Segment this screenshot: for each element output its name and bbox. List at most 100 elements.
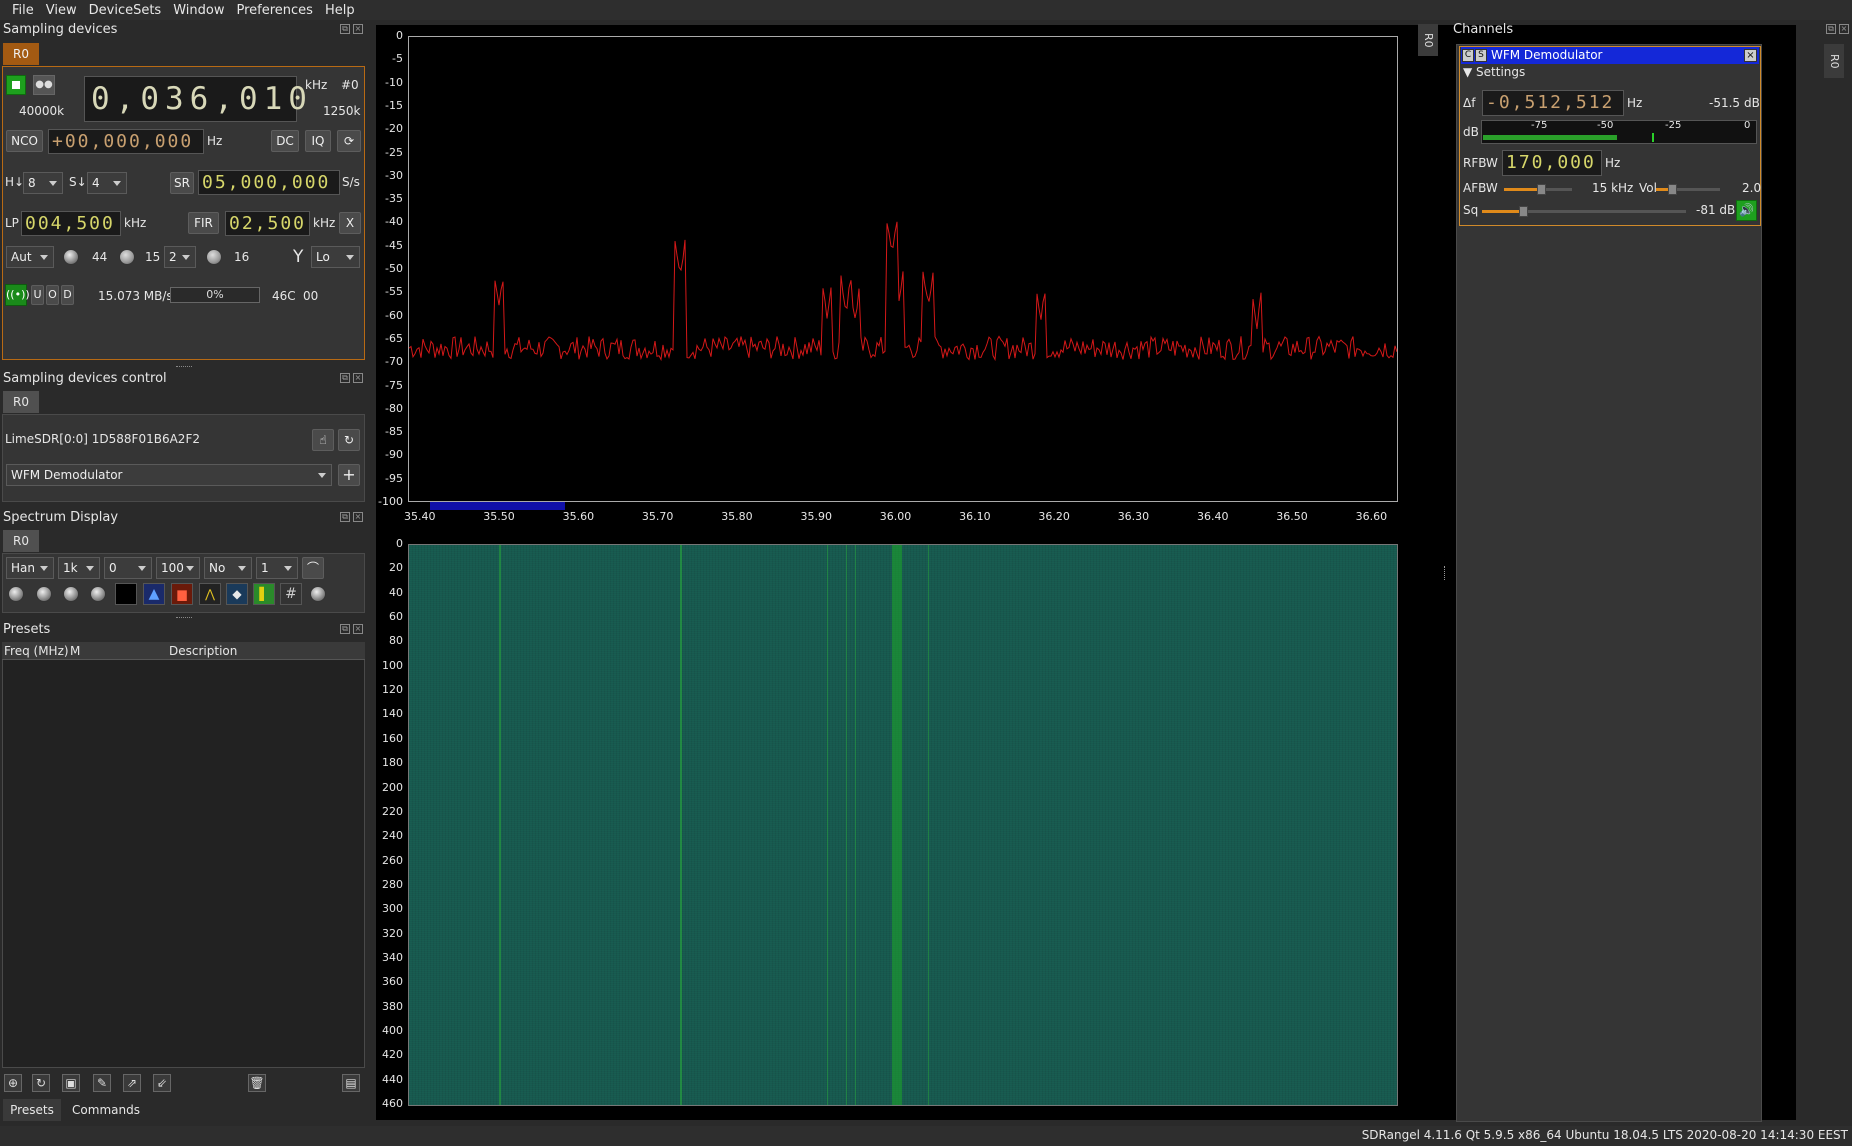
channel-marker[interactable] <box>430 502 565 510</box>
waterfall-plot-area[interactable] <box>408 544 1398 1106</box>
audio-mute-button[interactable]: 🔊 <box>1736 200 1757 221</box>
export-preset-button[interactable]: ⇗ <box>123 1074 141 1092</box>
menu-help[interactable]: Help <box>319 3 361 18</box>
edit-preset-button[interactable]: ✎ <box>93 1074 111 1092</box>
col-freq[interactable]: Freq (MHz) <box>4 644 69 658</box>
col-mode[interactable]: M <box>70 644 80 658</box>
menu-file[interactable]: File <box>6 3 40 18</box>
averaging-mode-select[interactable]: No <box>204 557 252 579</box>
side-tab-right-r0[interactable]: R0 <box>1824 44 1844 78</box>
gain-trace-knob[interactable] <box>90 586 106 602</box>
splitter-handle[interactable] <box>176 366 192 368</box>
pga-knob[interactable] <box>206 249 222 265</box>
range-select[interactable]: 100 <box>156 557 200 579</box>
close-icon[interactable]: × <box>353 24 363 34</box>
reload-presets-button[interactable]: ↻ <box>32 1074 50 1092</box>
start-stop-button[interactable] <box>6 75 26 95</box>
histogram-icon[interactable]: ▆ <box>171 583 193 605</box>
settings-toggle[interactable]: ▼ Settings <box>1463 65 1525 79</box>
import-preset-button[interactable]: ⇙ <box>153 1074 171 1092</box>
sample-rate-mode-button[interactable]: SR <box>170 172 194 194</box>
menu-preferences[interactable]: Preferences <box>230 3 318 18</box>
presets-list[interactable] <box>2 642 365 1068</box>
splitter-handle[interactable] <box>1444 566 1446 580</box>
menu-devicesets[interactable]: DeviceSets <box>83 3 168 18</box>
fir-bandwidth-dial[interactable]: 02,500 <box>225 211 310 236</box>
menu-view[interactable]: View <box>40 3 83 18</box>
linear-scale-button[interactable]: ⌒ <box>302 557 324 579</box>
decay-divisor-knob[interactable] <box>36 586 52 602</box>
iq-correction-button[interactable]: IQ <box>305 130 331 152</box>
lna-knob[interactable] <box>119 249 135 265</box>
tab-sampling-control-r0[interactable]: R0 <box>3 391 39 413</box>
menu-window[interactable]: Window <box>167 3 230 18</box>
background-color-icon[interactable] <box>115 583 137 605</box>
afbw-slider-handle[interactable] <box>1537 184 1547 195</box>
float-icon[interactable]: ⧉ <box>340 24 350 34</box>
tab-spectrum-r0[interactable]: R0 <box>3 530 39 552</box>
volume-slider[interactable] <box>1656 184 1720 195</box>
save-preset-button[interactable]: ▣ <box>62 1074 80 1092</box>
tab-sampling-device-r0[interactable]: R0 <box>3 43 39 65</box>
tab-commands[interactable]: Commands <box>64 1099 148 1121</box>
center-frequency-dial[interactable]: 0,036,010 <box>84 76 307 122</box>
select-device-button[interactable]: ☝ <box>312 429 334 451</box>
close-icon[interactable]: × <box>353 512 363 522</box>
grid-intensity-knob[interactable] <box>310 586 326 602</box>
lowpass-dial[interactable]: 004,500 <box>21 211 121 236</box>
grid-icon[interactable]: # <box>280 583 302 605</box>
channel-select[interactable]: WFM Demodulator <box>6 464 332 486</box>
delta-f-dial[interactable]: -0,512,512 <box>1482 90 1624 116</box>
close-icon[interactable]: × <box>1839 24 1849 34</box>
fft-window-select[interactable]: Han <box>6 557 54 579</box>
current-trace-icon[interactable]: ◆ <box>226 583 248 605</box>
waterfall-icon[interactable]: ▲ <box>143 583 165 605</box>
channel-settings-icon[interactable]: S <box>1475 49 1487 62</box>
ext-clock-button[interactable]: X <box>339 212 361 234</box>
splitter-handle[interactable] <box>176 617 192 619</box>
dc-correction-button[interactable]: DC <box>271 130 299 152</box>
close-icon[interactable]: × <box>353 373 363 383</box>
channel-color-icon[interactable]: C <box>1462 49 1474 62</box>
gain-mode-select[interactable]: Aut <box>6 246 54 268</box>
afbw-slider[interactable] <box>1504 184 1572 195</box>
waterfall-color-icon[interactable]: ▌ <box>253 583 275 605</box>
hw-decim-select[interactable]: 8 <box>23 172 63 194</box>
float-icon[interactable]: ⧉ <box>340 373 350 383</box>
nco-toggle-button[interactable]: NCO <box>6 130 43 152</box>
squelch-slider[interactable] <box>1482 206 1686 217</box>
sw-decim-select[interactable]: 4 <box>87 172 127 194</box>
nco-frequency-dial[interactable]: +00,000,000 <box>48 129 204 154</box>
max-hold-icon[interactable]: ⋀ <box>199 583 221 605</box>
reload-device-button[interactable]: ↻ <box>338 429 360 451</box>
float-icon[interactable]: ⧉ <box>340 512 350 522</box>
side-tab-left-r0[interactable]: R0 <box>1418 24 1438 56</box>
float-icon[interactable]: ⧉ <box>1826 24 1836 34</box>
decay-knob[interactable] <box>8 586 24 602</box>
antenna-select[interactable]: Lo <box>311 246 360 268</box>
close-icon[interactable]: × <box>353 624 363 634</box>
new-preset-button[interactable]: ⊕ <box>4 1074 22 1092</box>
ref-level-select[interactable]: 0 <box>104 557 152 579</box>
delete-preset-button[interactable]: 🗑 <box>248 1074 266 1092</box>
volume-slider-handle[interactable] <box>1668 184 1677 195</box>
calibration-button[interactable]: ⟳ <box>337 130 361 152</box>
col-description[interactable]: Description <box>169 644 237 658</box>
rfbw-dial[interactable]: 170,000 <box>1502 150 1602 176</box>
fft-size-select[interactable]: 1k <box>58 557 100 579</box>
fir-toggle-button[interactable]: FIR <box>188 212 219 234</box>
gain-knob[interactable] <box>63 249 79 265</box>
wfm-title-bar[interactable]: WFM Demodulator <box>1461 47 1759 64</box>
float-icon[interactable]: ⧉ <box>340 624 350 634</box>
add-channel-button[interactable]: + <box>338 464 360 486</box>
tab-presets[interactable]: Presets <box>3 1099 61 1121</box>
averaging-count-select[interactable]: 1 <box>256 557 298 579</box>
record-button[interactable]: ●● <box>33 75 55 95</box>
load-preset-button[interactable]: ▤ <box>342 1074 360 1092</box>
squelch-slider-handle[interactable] <box>1518 206 1528 217</box>
spectrum-plot-area[interactable] <box>408 36 1398 502</box>
close-icon[interactable]: × <box>1744 49 1757 62</box>
sample-rate-dial[interactable]: 05,000,000 <box>198 170 340 195</box>
stroke-knob[interactable] <box>63 586 79 602</box>
tia-select[interactable]: 2 <box>164 246 196 268</box>
